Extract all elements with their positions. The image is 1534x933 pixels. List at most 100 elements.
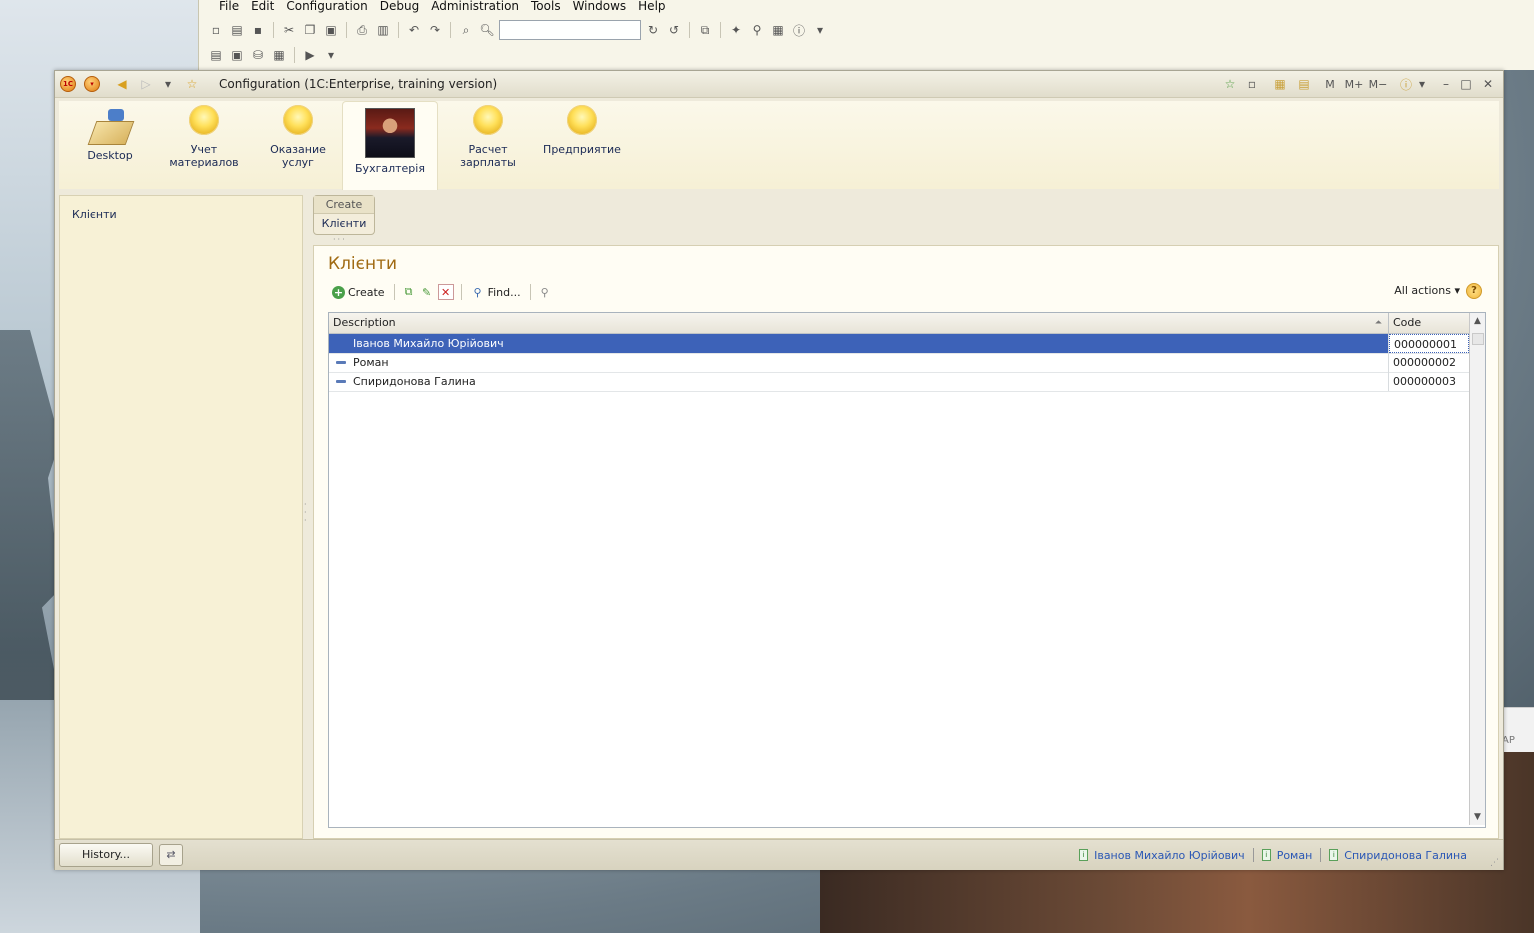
add-favorite-icon[interactable]: ☆: [1221, 75, 1239, 93]
compare-icon[interactable]: ▣: [228, 46, 246, 64]
table-icon[interactable]: ▦: [270, 46, 288, 64]
print-icon[interactable]: ⎙: [353, 21, 371, 39]
favorites-star-icon[interactable]: ☆: [183, 75, 201, 93]
run-icon[interactable]: ▶: [301, 46, 319, 64]
calculator-icon[interactable]: ▦: [1271, 75, 1289, 93]
toolbar-separator: [346, 22, 347, 38]
save-icon[interactable]: ▪: [249, 21, 267, 39]
link-icon[interactable]: ▫: [1243, 75, 1261, 93]
memory-m-minus-icon[interactable]: M−: [1369, 75, 1388, 93]
find-prev-icon[interactable]: ↺: [665, 21, 683, 39]
menu-debug[interactable]: Debug: [374, 0, 425, 14]
all-actions-button[interactable]: All actions ▾: [1394, 284, 1460, 297]
calendar-icon[interactable]: ▤: [1295, 75, 1313, 93]
new-icon[interactable]: ▫: [207, 21, 225, 39]
1c-logo-icon[interactable]: 1C: [59, 75, 77, 93]
menu-edit[interactable]: Edit: [245, 0, 280, 14]
menu-tools[interactable]: Tools: [525, 0, 567, 14]
section-accounting[interactable]: Бухгалтерія: [342, 101, 438, 190]
find-next-icon[interactable]: ↻: [644, 21, 662, 39]
scroll-thumb[interactable]: [1472, 333, 1484, 345]
plus-icon: +: [332, 285, 345, 299]
redo-icon[interactable]: ↷: [426, 21, 444, 39]
cancel-search-icon[interactable]: ⚲: [538, 285, 552, 299]
column-header-code[interactable]: Code: [1389, 313, 1469, 333]
open-window-label: Іванов Михайло Юрійович: [1094, 848, 1245, 862]
database-icon[interactable]: ⛁: [249, 46, 267, 64]
print-preview-icon[interactable]: ▥: [374, 21, 392, 39]
find-in-icon[interactable]: ⌕: [457, 21, 475, 39]
panel-splitter[interactable]: · · ·: [304, 501, 308, 531]
delete-mark-icon[interactable]: ✕: [437, 284, 454, 300]
maximize-icon[interactable]: □: [1457, 75, 1475, 93]
resize-grip-icon[interactable]: ⋰: [1490, 858, 1499, 868]
cell-description[interactable]: Роман: [329, 353, 1389, 372]
undo-icon[interactable]: ↶: [405, 21, 423, 39]
find-button[interactable]: ⚲ Find...: [469, 285, 523, 299]
config-tree-icon[interactable]: ▤: [207, 46, 225, 64]
toolbar-separator: [294, 47, 295, 63]
table-row[interactable]: Іванов Михайло Юрійович 000000001: [329, 334, 1469, 354]
info-icon[interactable]: ⓘ: [790, 21, 808, 39]
chevron-down-icon[interactable]: ▾: [322, 46, 340, 64]
help-icon[interactable]: ?: [1466, 283, 1482, 299]
section-services[interactable]: Оказание услуг: [253, 101, 343, 189]
cell-description[interactable]: Спиридонова Галина: [329, 372, 1389, 391]
windows-icon[interactable]: ⧉: [696, 21, 714, 39]
open-window-item[interactable]: i Іванов Михайло Юрійович: [1079, 849, 1245, 862]
action-panel-splitter[interactable]: ···: [333, 235, 347, 244]
scroll-down-icon[interactable]: ▼: [1470, 809, 1485, 825]
action-panel-header: Create: [314, 196, 374, 214]
cut-icon[interactable]: ✂: [280, 21, 298, 39]
menu-file[interactable]: File: [213, 0, 245, 14]
cell-code[interactable]: 000000001: [1389, 334, 1469, 353]
section-materials[interactable]: Учет материалов: [159, 101, 249, 189]
close-icon[interactable]: ✕: [1479, 75, 1497, 93]
section-desktop[interactable]: Desktop: [65, 101, 155, 189]
open-window-item[interactable]: i Роман: [1261, 849, 1312, 862]
menu-administration[interactable]: Administration: [425, 0, 525, 14]
copy-icon[interactable]: ❐: [301, 21, 319, 39]
minimize-icon[interactable]: –: [1437, 75, 1455, 93]
column-header-description[interactable]: Description ⏶: [329, 313, 1389, 333]
toolbar-separator: [273, 22, 274, 38]
table-row[interactable]: Спиридонова Галина 000000003: [329, 372, 1469, 392]
toolbar-separator: [720, 22, 721, 38]
copy-item-icon[interactable]: ⧉: [402, 285, 416, 299]
vertical-scrollbar[interactable]: ▲ ▼: [1469, 313, 1485, 825]
menu-windows[interactable]: Windows: [567, 0, 633, 14]
scroll-up-icon[interactable]: ▲: [1470, 313, 1485, 329]
menu-help[interactable]: Help: [632, 0, 671, 14]
designer-search-input[interactable]: [499, 20, 641, 40]
background-window-strip: AP: [1502, 707, 1534, 752]
toolbar-separator: [529, 284, 531, 300]
back-icon[interactable]: ◀: [113, 75, 131, 93]
history-dropdown-icon[interactable]: ▾: [159, 75, 177, 93]
forward-icon[interactable]: ▷: [137, 75, 155, 93]
memory-m-icon[interactable]: M: [1321, 75, 1339, 93]
edit-pencil-icon[interactable]: ✎: [420, 285, 434, 299]
section-enterprise[interactable]: Предприятие: [537, 101, 627, 189]
open-icon[interactable]: ▤: [228, 21, 246, 39]
cell-code[interactable]: 000000003: [1389, 372, 1469, 391]
syntax-assistant-icon[interactable]: ⚲: [748, 21, 766, 39]
menu-configuration[interactable]: Configuration: [280, 0, 373, 14]
nav-item-clients[interactable]: Клієнти: [72, 208, 117, 221]
wizard-icon[interactable]: ✦: [727, 21, 745, 39]
history-button[interactable]: History...: [59, 843, 153, 867]
open-window-item[interactable]: i Спиридонова Галина: [1329, 849, 1467, 862]
document-icon[interactable]: ▦: [769, 21, 787, 39]
cell-code[interactable]: 000000002: [1389, 353, 1469, 372]
table-row[interactable]: Роман 000000002: [329, 353, 1469, 373]
main-menu-icon[interactable]: ▾: [83, 75, 101, 93]
memory-m-plus-icon[interactable]: M+: [1345, 75, 1364, 93]
search-icon[interactable]: 🔍︎: [478, 21, 496, 39]
paste-icon[interactable]: ▣: [322, 21, 340, 39]
chevron-down-icon[interactable]: ▾: [1413, 75, 1431, 93]
action-create-clients[interactable]: Клієнти: [314, 214, 374, 230]
create-button[interactable]: + Create: [330, 285, 387, 299]
cell-description[interactable]: Іванов Михайло Юрійович: [329, 334, 1389, 353]
section-payroll[interactable]: Расчет зарплаты: [443, 101, 533, 189]
chevron-down-icon[interactable]: ▾: [811, 21, 829, 39]
switch-windows-icon[interactable]: ⇄: [159, 844, 183, 866]
